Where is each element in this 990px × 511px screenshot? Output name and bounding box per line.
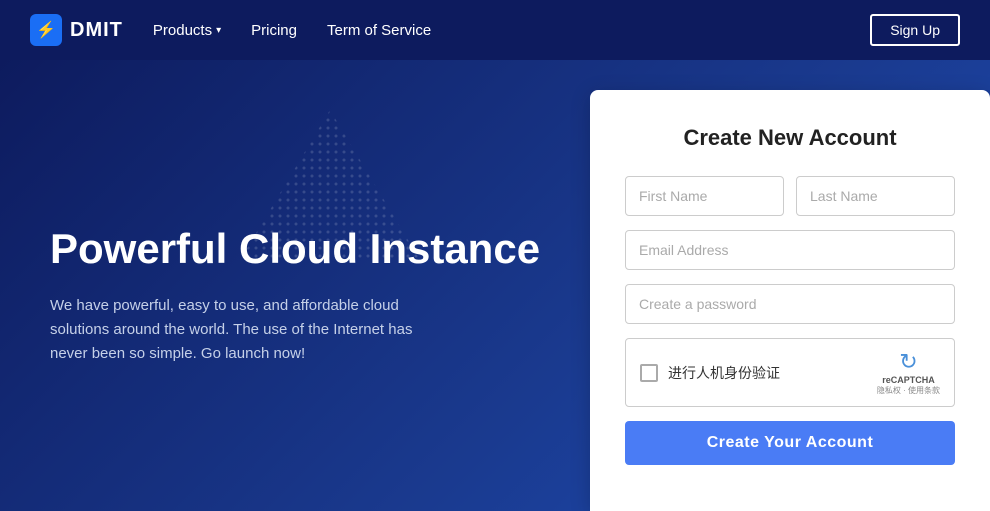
create-account-button[interactable]: Create Your Account: [625, 421, 955, 465]
captcha-text: 进行人机身份验证: [668, 363, 780, 383]
recaptcha-links: 隐私权 · 使用条款: [877, 385, 940, 396]
email-row: [625, 230, 955, 270]
recaptcha-icon: ↻: [899, 349, 917, 375]
captcha-left: 进行人机身份验证: [640, 363, 780, 383]
nav-products[interactable]: Products ▾: [153, 22, 221, 39]
signup-form-panel: Create New Account 进行人机身份验证 ↻ reCAPTCHA …: [590, 90, 990, 511]
first-name-input[interactable]: [625, 176, 784, 216]
logo[interactable]: ⚡ DMIT: [30, 14, 123, 46]
signup-button[interactable]: Sign Up: [870, 14, 960, 46]
nav-links: Products ▾ Pricing Term of Service: [153, 22, 870, 39]
hero-left: Powerful Cloud Instance We have powerful…: [0, 60, 590, 511]
email-input[interactable]: [625, 230, 955, 270]
captcha-checkbox[interactable]: [640, 364, 658, 382]
navbar: ⚡ DMIT Products ▾ Pricing Term of Servic…: [0, 0, 990, 60]
form-title: Create New Account: [625, 125, 955, 151]
nav-pricing[interactable]: Pricing: [251, 22, 297, 39]
password-row: [625, 284, 955, 324]
name-row: [625, 176, 955, 216]
logo-icon: ⚡: [30, 14, 62, 46]
nav-tos[interactable]: Term of Service: [327, 22, 431, 39]
password-input[interactable]: [625, 284, 955, 324]
recaptcha-label: reCAPTCHA: [882, 375, 935, 385]
captcha-box[interactable]: 进行人机身份验证 ↻ reCAPTCHA 隐私权 · 使用条款: [625, 338, 955, 407]
hero-subtitle: We have powerful, easy to use, and affor…: [50, 294, 430, 366]
logo-text: DMIT: [70, 19, 123, 42]
hero-title: Powerful Cloud Instance: [50, 225, 550, 273]
captcha-right: ↻ reCAPTCHA 隐私权 · 使用条款: [877, 349, 940, 396]
chevron-down-icon: ▾: [216, 25, 221, 36]
hero-section: Powerful Cloud Instance We have powerful…: [0, 60, 990, 511]
last-name-input[interactable]: [796, 176, 955, 216]
